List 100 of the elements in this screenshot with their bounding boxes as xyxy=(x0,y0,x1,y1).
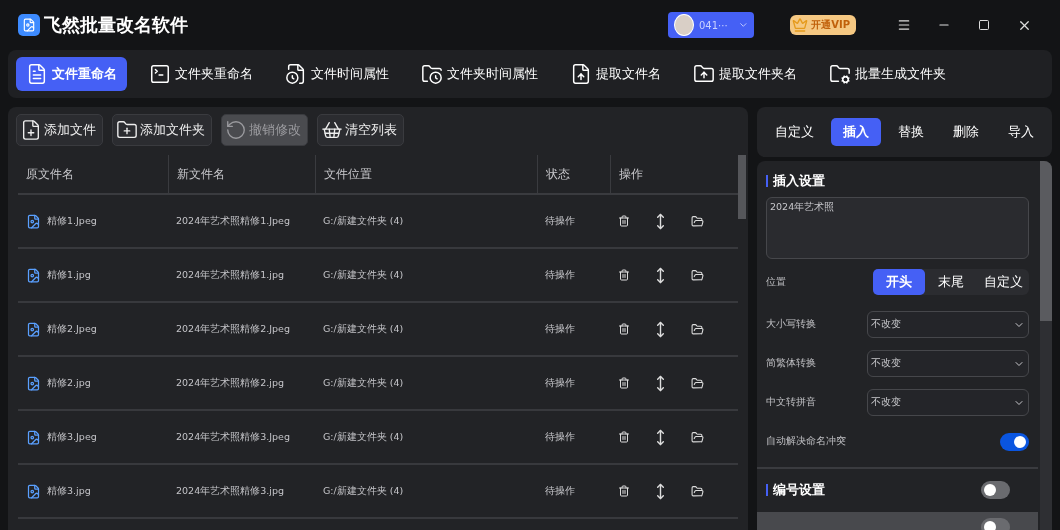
folder-upload-icon xyxy=(693,63,715,85)
image-file-icon xyxy=(26,213,41,229)
folder-icon xyxy=(691,322,704,336)
crown-icon xyxy=(792,17,809,33)
app-title: 飞然批量改名软件 xyxy=(44,13,188,37)
image-file-icon xyxy=(26,375,41,391)
field-label: 位置 xyxy=(766,275,786,289)
nav-tab[interactable]: 文件夹时间属性 xyxy=(411,57,548,91)
section-title: 编号设置 xyxy=(766,484,825,496)
delete-button[interactable] xyxy=(618,377,630,389)
open-folder-button[interactable] xyxy=(691,214,704,228)
undo-icon xyxy=(225,119,247,141)
table-cell: 2024年艺术照精修1.jpg xyxy=(168,249,315,303)
position-option[interactable]: 末尾 xyxy=(925,269,977,295)
open-folder-button[interactable] xyxy=(691,484,704,498)
folder-icon xyxy=(691,484,704,498)
table-cell: G:/新建文件夹 (4) xyxy=(315,465,537,519)
table-cell: 精修1.Jpeg xyxy=(18,195,168,249)
dropdown[interactable]: 不改变 xyxy=(867,389,1029,416)
delete-button[interactable] xyxy=(618,215,630,227)
trash-icon xyxy=(618,431,630,443)
mode-tab[interactable]: 自定义 xyxy=(763,118,826,146)
image-file-icon xyxy=(26,267,41,283)
nav-tab[interactable]: 文件时间属性 xyxy=(275,57,399,91)
file-upload-icon xyxy=(570,63,592,85)
table-cell: 精修3.Jpeg xyxy=(18,411,168,465)
folder-icon xyxy=(691,430,704,444)
nav-tab[interactable]: 文件重命名 xyxy=(16,57,127,91)
image-file-icon xyxy=(26,321,41,337)
mode-tab[interactable]: 导入 xyxy=(996,118,1046,146)
trash-icon xyxy=(618,215,630,227)
dropdown[interactable]: 不改变 xyxy=(867,350,1029,377)
table-cell: 待操作 xyxy=(537,465,610,519)
folder-icon xyxy=(691,214,704,228)
open-folder-button[interactable] xyxy=(691,268,704,282)
field-label: 中文转拼音 xyxy=(766,396,816,409)
delete-button[interactable] xyxy=(618,431,630,443)
open-folder-button[interactable] xyxy=(691,376,704,390)
terminal-icon xyxy=(149,63,171,85)
mode-tab[interactable]: 替换 xyxy=(886,118,936,146)
table-cell: 待操作 xyxy=(537,249,610,303)
table-cell: 精修2.Jpeg xyxy=(18,303,168,357)
table-cell: 2024年艺术照精修3.jpg xyxy=(168,465,315,519)
nav-tab[interactable]: 提取文件名 xyxy=(560,57,671,91)
trash-icon xyxy=(618,485,630,497)
folder-icon xyxy=(691,268,704,282)
section-title: 插入设置 xyxy=(766,175,825,187)
toggle-switch[interactable] xyxy=(1000,432,1029,451)
file-clock-icon xyxy=(285,63,307,85)
table-cell: 待操作 xyxy=(537,303,610,357)
column-header: 文件位置 xyxy=(315,155,537,195)
image-file-icon xyxy=(26,429,41,445)
table-cell: G:/新建文件夹 (4) xyxy=(315,411,537,465)
mode-tab[interactable]: 插入 xyxy=(831,118,881,146)
delete-button[interactable] xyxy=(618,485,630,497)
table-cell: G:/新建文件夹 (4) xyxy=(315,357,537,411)
toggle-switch[interactable] xyxy=(981,481,1010,499)
toolbar-button[interactable]: 清空列表 xyxy=(317,114,404,146)
column-header: 新文件名 xyxy=(168,155,315,195)
menu-icon xyxy=(897,18,911,32)
position-option[interactable]: 开头 xyxy=(873,269,925,295)
column-header: 状态 xyxy=(537,155,610,195)
position-option[interactable]: 自定义 xyxy=(977,269,1029,295)
app-logo-icon xyxy=(18,14,40,36)
open-folder-button[interactable] xyxy=(691,430,704,444)
document-icon xyxy=(26,63,48,85)
table-cell: 2024年艺术照精修2.jpg xyxy=(168,357,315,411)
folder-clock-icon xyxy=(421,63,443,85)
nav-tab[interactable]: 批量生成文件夹 xyxy=(819,57,956,91)
table-cell: 待操作 xyxy=(537,195,610,249)
mode-tab[interactable]: 删除 xyxy=(941,118,991,146)
scrollbar-thumb[interactable] xyxy=(1040,161,1052,321)
toolbar-button[interactable]: 添加文件夹 xyxy=(112,114,212,146)
field-label: 简繁体转换 xyxy=(766,357,816,370)
toolbar-button[interactable]: 添加文件 xyxy=(16,114,103,146)
open-folder-button[interactable] xyxy=(691,322,704,336)
folder-icon xyxy=(691,376,704,390)
table-cell: G:/新建文件夹 (4) xyxy=(315,303,537,357)
delete-button[interactable] xyxy=(618,323,630,335)
maximize-icon xyxy=(978,19,990,31)
dropdown[interactable]: 不改变 xyxy=(867,311,1029,338)
scrollbar-thumb[interactable] xyxy=(738,155,746,219)
nav-tab[interactable]: 文件夹重命名 xyxy=(139,57,263,91)
folder-plus-icon xyxy=(116,119,138,141)
file-plus-icon xyxy=(20,119,42,141)
table-cell: 待操作 xyxy=(537,411,610,465)
avatar xyxy=(674,14,694,36)
nav-tab[interactable]: 提取文件夹名 xyxy=(683,57,807,91)
table-cell: G:/新建文件夹 (4) xyxy=(315,249,537,303)
trash-icon xyxy=(618,269,630,281)
field-label: 自动解决命名冲突 xyxy=(766,435,846,448)
table-cell: 2024年艺术照精修1.Jpeg xyxy=(168,195,315,249)
folder-gear-icon xyxy=(829,63,851,85)
delete-button[interactable] xyxy=(618,269,630,281)
table-cell: 2024年艺术照精修3.Jpeg xyxy=(168,411,315,465)
insert-text-field[interactable]: 2024年艺术照 xyxy=(766,197,1029,259)
table-cell: 精修3.jpg xyxy=(18,465,168,519)
table-cell: G:/新建文件夹 (4) xyxy=(315,195,537,249)
trash-icon xyxy=(618,377,630,389)
basket-icon xyxy=(321,119,343,141)
